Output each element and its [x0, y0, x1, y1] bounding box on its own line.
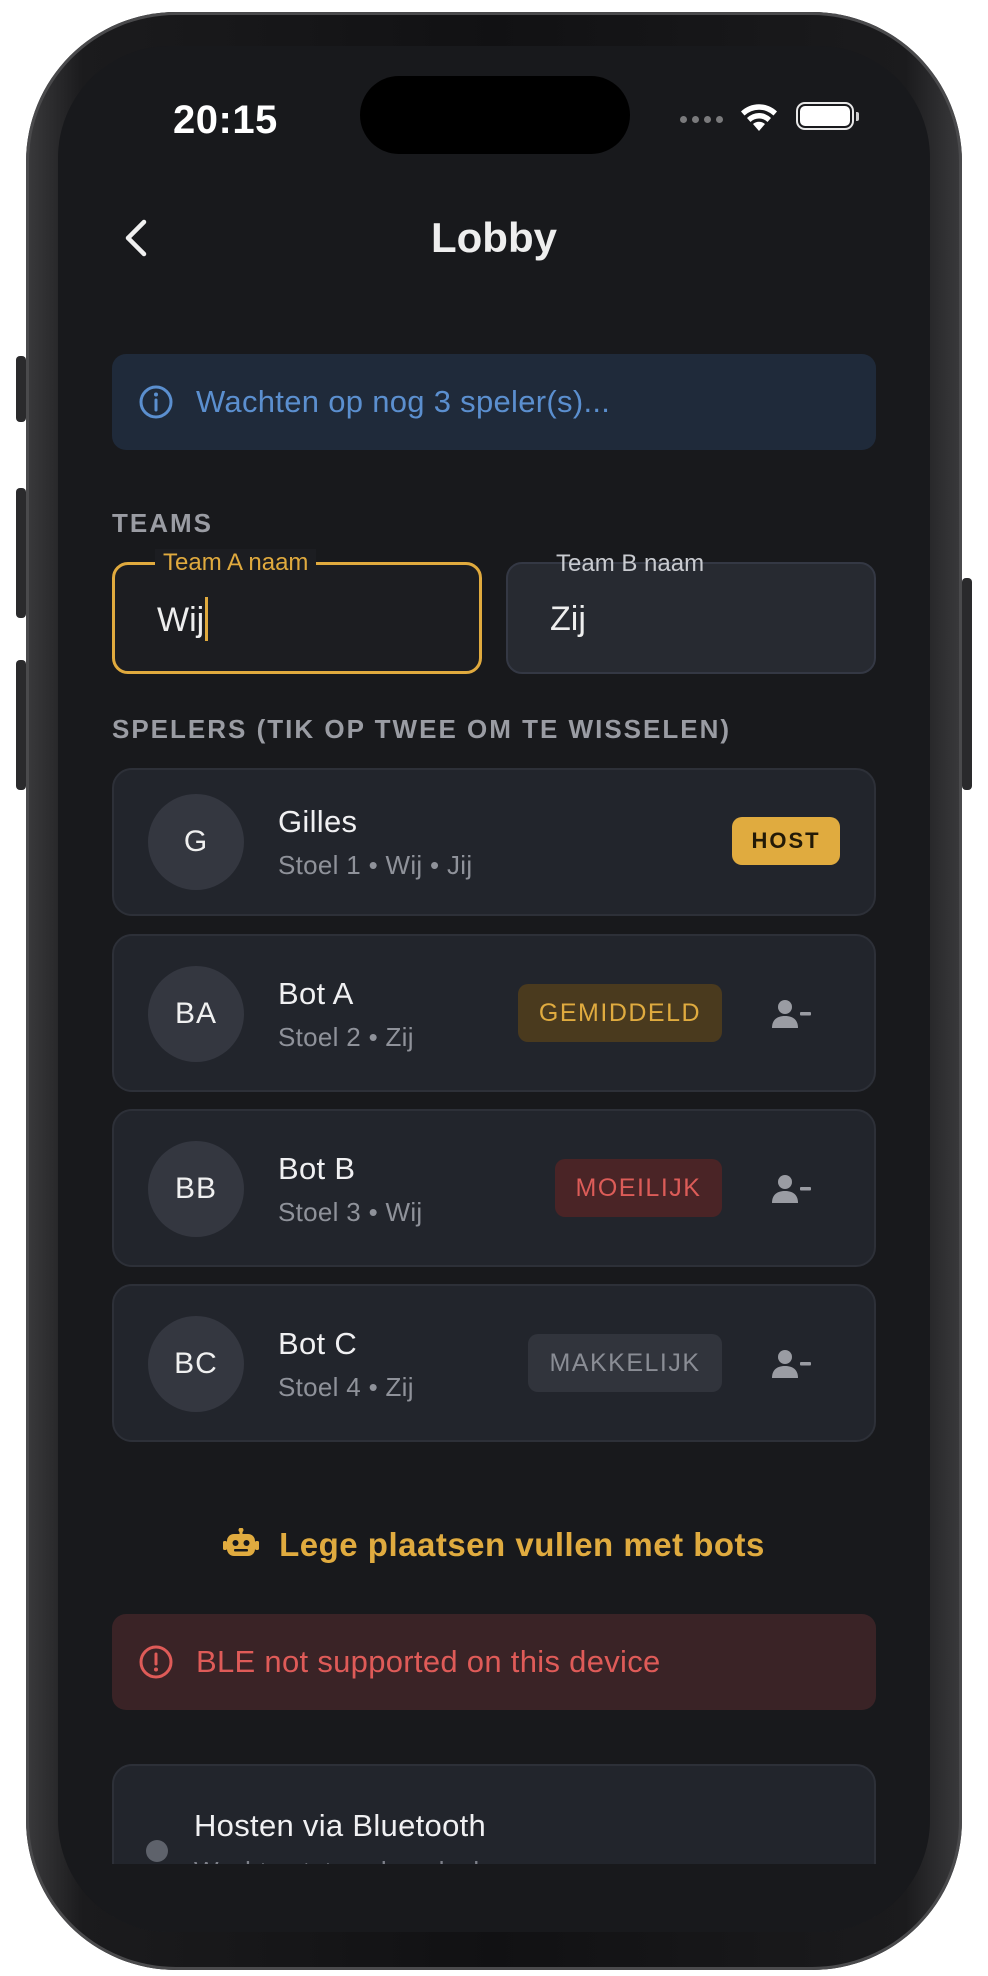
player-seat-info: Stoel 2 • Zij — [278, 1022, 414, 1052]
wifi-icon — [741, 104, 777, 131]
team-a-name-field[interactable]: Team A naam Wij — [112, 549, 482, 674]
team-a-name-value: Wij — [157, 601, 205, 639]
bluetooth-status-dot — [146, 1840, 168, 1862]
bottom-safe-area — [58, 1864, 930, 1932]
signal-icon — [680, 116, 723, 123]
player-card-bot-c[interactable]: BC Bot C Stoel 4 • Zij MAKKELIJK — [112, 1284, 876, 1442]
info-circle-icon — [139, 385, 173, 419]
app-screen: 20:15 Lobby Wachten op nog 3 speler(s)..… — [58, 46, 930, 1932]
team-a-name-label: Team A naam — [155, 549, 317, 577]
player-name: Bot C — [278, 1326, 358, 1361]
avatar: G — [148, 794, 244, 890]
difficulty-badge[interactable]: MOEILIJK — [555, 1159, 722, 1217]
fill-with-bots-button[interactable]: Lege plaatsen vullen met bots — [58, 1526, 930, 1564]
difficulty-badge[interactable]: MAKKELIJK — [528, 1334, 722, 1392]
player-name: Gilles — [278, 804, 358, 839]
player-seat-info: Stoel 1 • Wij • Jij — [278, 850, 473, 880]
dynamic-island — [360, 76, 630, 154]
player-card-bot-a[interactable]: BA Bot A Stoel 2 • Zij GEMIDDELD — [112, 934, 876, 1092]
ble-error-text: BLE not supported on this device — [196, 1644, 661, 1679]
alert-circle-icon — [139, 1645, 173, 1679]
status-time: 20:15 — [173, 98, 278, 142]
player-card-bot-b[interactable]: BB Bot B Stoel 3 • Wij MOEILIJK — [112, 1109, 876, 1267]
teams-section-label: TEAMS — [112, 508, 213, 538]
player-seat-info: Stoel 4 • Zij — [278, 1372, 414, 1402]
players-section-label: SPELERS (TIK OP TWEE OM TE WISSELEN) — [112, 714, 732, 744]
team-b-name-value: Zij — [550, 600, 586, 638]
team-b-name-field[interactable]: Team B naam Zij — [506, 550, 876, 674]
difficulty-badge[interactable]: GEMIDDELD — [518, 984, 722, 1042]
remove-player-button[interactable] — [768, 1341, 816, 1389]
ble-error-banner: BLE not supported on this device — [112, 1614, 876, 1710]
avatar: BB — [148, 1141, 244, 1237]
robot-icon — [223, 1528, 260, 1556]
power-button — [962, 578, 972, 790]
player-card-gilles[interactable]: G Gilles Stoel 1 • Wij • Jij HOST — [112, 768, 876, 916]
volume-down-button — [16, 660, 26, 790]
player-name: Bot B — [278, 1151, 356, 1186]
bluetooth-host-title: Hosten via Bluetooth — [194, 1808, 487, 1843]
host-badge: HOST — [732, 817, 840, 865]
person-remove-icon — [772, 1175, 811, 1203]
waiting-info-banner: Wachten op nog 3 speler(s)... — [112, 354, 876, 450]
remove-player-button[interactable] — [768, 1166, 816, 1214]
fill-with-bots-label: Lege plaatsen vullen met bots — [279, 1526, 765, 1563]
person-remove-icon — [772, 1000, 811, 1028]
player-name: Bot A — [278, 976, 354, 1011]
avatar: BC — [148, 1316, 244, 1412]
waiting-info-text: Wachten op nog 3 speler(s)... — [196, 384, 611, 419]
action-button — [16, 356, 26, 422]
remove-player-button[interactable] — [768, 991, 816, 1039]
person-remove-icon — [772, 1350, 811, 1378]
page-title: Lobby — [431, 214, 557, 261]
team-b-name-label: Team B naam — [556, 550, 705, 577]
avatar: BA — [148, 966, 244, 1062]
text-cursor — [205, 597, 209, 642]
player-seat-info: Stoel 3 • Wij — [278, 1197, 423, 1227]
battery-icon — [796, 102, 859, 130]
volume-up-button — [16, 488, 26, 618]
